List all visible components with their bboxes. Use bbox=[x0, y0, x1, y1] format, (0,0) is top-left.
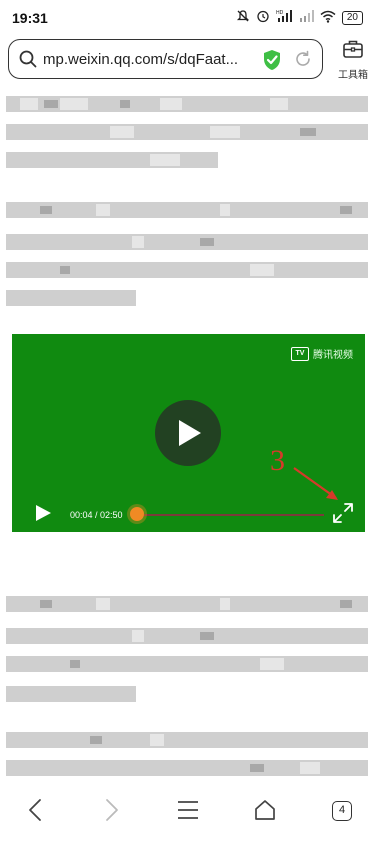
alarm-icon bbox=[256, 9, 270, 26]
status-time: 19:31 bbox=[12, 10, 48, 26]
toolbox-button[interactable]: 工具箱 bbox=[333, 39, 373, 83]
progress-track[interactable] bbox=[134, 514, 324, 516]
url-text[interactable]: mp.weixin.qq.com/s/dqFaat... bbox=[43, 51, 238, 68]
tabs-icon[interactable]: 4 bbox=[332, 801, 352, 821]
signal-weak-icon bbox=[298, 9, 314, 26]
menu-icon[interactable] bbox=[177, 800, 199, 825]
forward-icon[interactable] bbox=[100, 798, 122, 827]
tv-badge: TV bbox=[291, 346, 309, 361]
video-time: 00:04 / 02:50 bbox=[70, 510, 123, 520]
progress-knob[interactable] bbox=[130, 507, 144, 521]
battery-indicator: 20 bbox=[341, 10, 363, 25]
video-provider-logo: TV 腾讯视频 bbox=[291, 346, 353, 361]
control-play-icon[interactable] bbox=[34, 504, 52, 527]
provider-name: 腾讯视频 bbox=[313, 350, 353, 361]
home-icon[interactable] bbox=[253, 798, 277, 827]
toolbox-label: 工具箱 bbox=[338, 70, 368, 81]
signal-icon: HD bbox=[276, 9, 292, 26]
mute-icon bbox=[236, 9, 250, 26]
reload-icon[interactable] bbox=[294, 50, 312, 73]
play-button[interactable] bbox=[155, 400, 221, 466]
shield-check-icon[interactable] bbox=[262, 49, 282, 76]
wifi-icon bbox=[320, 10, 336, 26]
search-icon bbox=[19, 50, 37, 73]
annotation-arrow bbox=[293, 467, 338, 500]
play-icon bbox=[179, 420, 201, 446]
toolbox-icon bbox=[342, 40, 364, 63]
network-label: HD bbox=[276, 10, 284, 16]
annotation-number: 3 bbox=[270, 444, 285, 477]
address-bar[interactable]: mp.weixin.qq.com/s/dqFaat... bbox=[8, 39, 323, 79]
status-icons: HD 20 bbox=[236, 9, 363, 26]
fullscreen-icon[interactable] bbox=[332, 502, 354, 529]
back-icon[interactable] bbox=[25, 798, 47, 827]
status-bar: 19:31 HD 20 bbox=[0, 0, 377, 36]
